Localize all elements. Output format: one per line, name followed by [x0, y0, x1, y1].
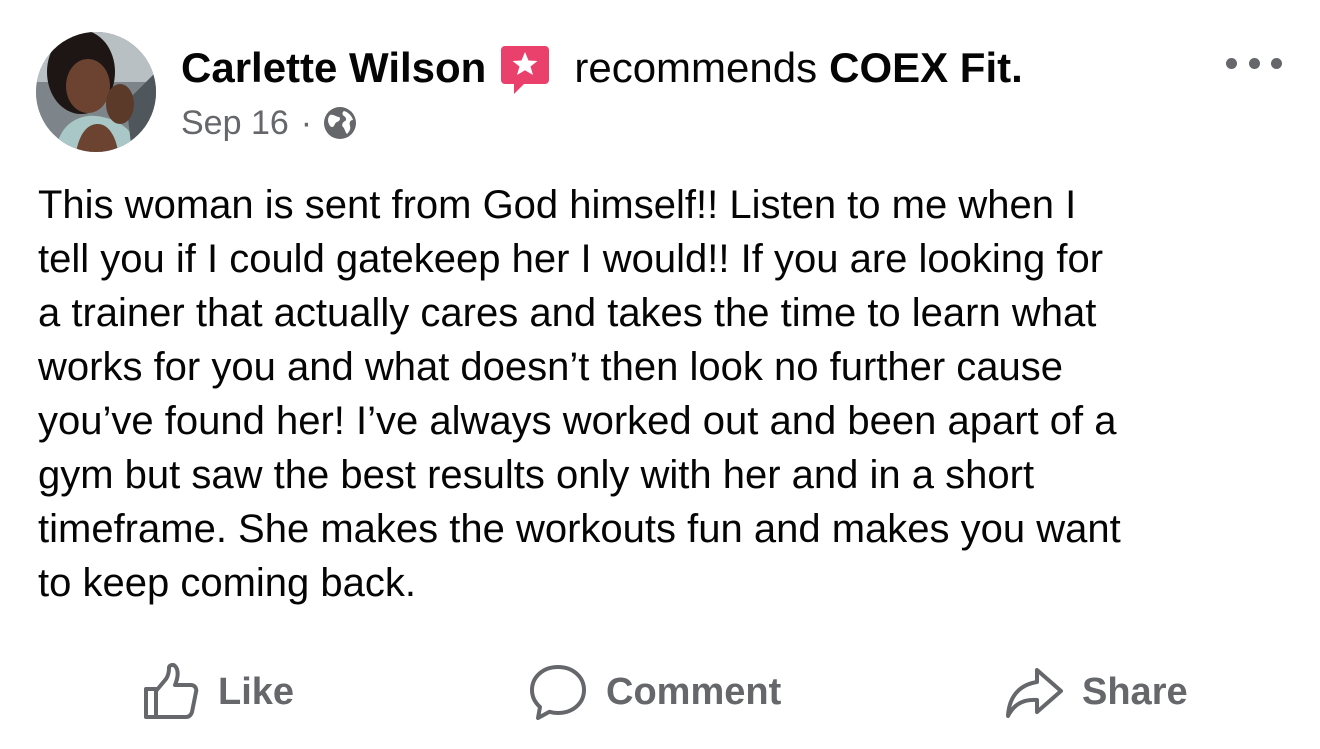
action-bar: Like Comment Share	[0, 660, 1320, 724]
more-options-button[interactable]	[1226, 52, 1282, 74]
post-body-line: timeframe. She makes the workouts fun an…	[38, 507, 1121, 551]
more-dot-icon	[1271, 57, 1282, 69]
more-dot-icon	[1226, 57, 1237, 69]
post-date[interactable]: Sep 16	[181, 104, 289, 143]
thumbs-up-icon	[144, 663, 199, 719]
avatar[interactable]	[36, 32, 156, 152]
share-label: Share	[1082, 670, 1188, 713]
more-dot-icon	[1248, 57, 1260, 69]
star-speech-bubble-icon	[500, 44, 550, 96]
post-body-line: gym but saw the best results only with h…	[38, 453, 1035, 497]
post-body-line: a trainer that actually cares and takes …	[38, 291, 1097, 335]
recommends-text: recommends	[574, 44, 818, 91]
post-body-line: works for you and what doesn’t then look…	[38, 345, 1064, 389]
speech-bubble-icon	[530, 665, 586, 720]
share-arrow-icon	[1006, 668, 1063, 718]
like-label: Like	[218, 670, 295, 713]
share-button[interactable]: Share	[1004, 660, 1188, 724]
post-meta: Sep 16 ·	[181, 102, 358, 144]
post-body: This woman is sent from God himself!! Li…	[38, 178, 1298, 610]
author-name[interactable]: Carlette Wilson	[181, 40, 486, 96]
post-header: Carlette Wilson recommends COEX Fit.	[181, 40, 1023, 96]
page-name[interactable]: COEX Fit.	[829, 40, 1023, 96]
recommendation-post: Carlette Wilson recommends COEX Fit. Sep…	[0, 0, 1320, 749]
profile-photo	[36, 32, 156, 152]
globe-icon[interactable]	[322, 105, 358, 141]
like-button[interactable]: Like	[142, 660, 294, 724]
post-body-line: This woman is sent from God himself!! Li…	[38, 183, 1077, 227]
post-body-line: you’ve found her! I’ve always worked out…	[38, 399, 1117, 443]
comment-button[interactable]: Comment	[528, 660, 781, 724]
meta-separator: ·	[300, 103, 313, 142]
comment-label: Comment	[606, 670, 782, 713]
post-body-line: tell you if I could gatekeep her I would…	[38, 237, 1104, 281]
post-body-line: to keep coming back.	[38, 561, 416, 605]
